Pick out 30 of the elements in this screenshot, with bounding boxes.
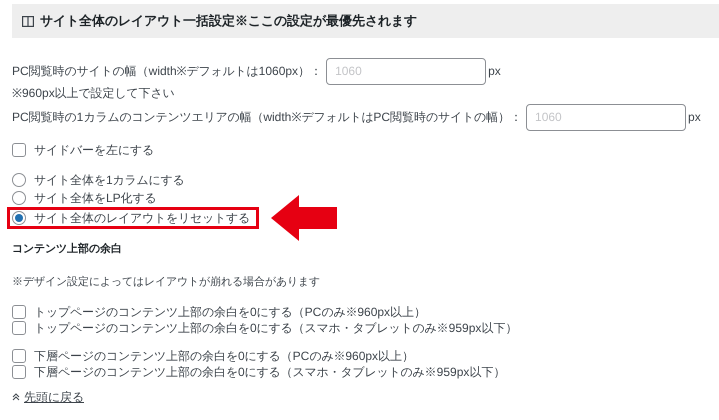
checkbox-label: トップページのコンテンツ上部の余白を0にする（PCのみ※960px以上）: [34, 304, 426, 321]
margin-heading: コンテンツ上部の余白: [12, 242, 123, 257]
checkbox-label: トップページのコンテンツ上部の余白を0にする（スマホ・タブレットのみ※959px以下）: [34, 320, 518, 337]
checkbox[interactable]: [12, 365, 26, 379]
width-field[interactable]: 1060: [526, 104, 686, 130]
arrow-icon: [271, 195, 337, 241]
radio-label: サイト全体をLP化する: [34, 190, 157, 207]
checkbox-label: 下層ページのコンテンツ上部の余白を0にする（PCのみ※960px以上）: [34, 348, 414, 365]
checkbox[interactable]: [12, 321, 26, 335]
radio-label: サイト全体を1カラムにする: [34, 172, 185, 189]
radio-label: サイト全体のレイアウトをリセットする: [34, 210, 250, 227]
field-note: ※960px以上で設定して下さい: [12, 85, 176, 101]
radio-button[interactable]: [12, 173, 26, 187]
checkbox[interactable]: [12, 305, 26, 319]
radio-button[interactable]: [12, 211, 26, 225]
checkbox-label: 下層ページのコンテンツ上部の余白を0にする（スマホ・タブレットのみ※959px以下）: [34, 364, 506, 381]
section-title: サイト全体のレイアウト一括設定※ここの設定が最優先されます: [40, 12, 417, 30]
back-to-top-link[interactable]: 先頭に戻る: [24, 388, 84, 406]
columns-icon: [22, 16, 34, 26]
unit-label: px: [688, 109, 701, 126]
unit-label: px: [488, 63, 501, 80]
double-chevron-up-icon: [12, 393, 20, 401]
field-label: PC閲覧時のサイトの幅（width※デフォルトは1060px）：: [12, 63, 322, 80]
radio-button[interactable]: [12, 191, 26, 205]
checkbox[interactable]: [12, 143, 26, 157]
width-field[interactable]: 1060: [326, 58, 486, 84]
field-label: PC閲覧時の1カラムのコンテンツエリアの幅（width※デフォルトはPC閲覧時のサイトの幅）：: [12, 109, 522, 126]
checkbox-label: サイドバーを左にする: [34, 142, 154, 159]
margin-note: ※デザイン設定によってはレイアウトが崩れる場合があります: [12, 274, 321, 290]
checkbox[interactable]: [12, 349, 26, 363]
